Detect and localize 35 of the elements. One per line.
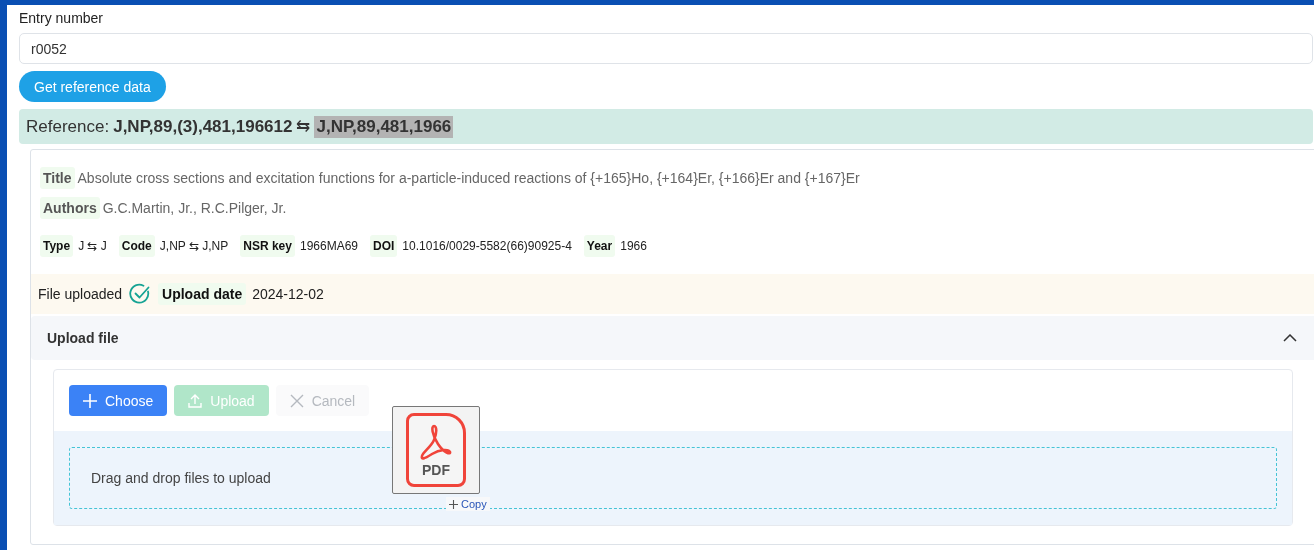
choose-button[interactable]: Choose xyxy=(69,385,168,416)
field-label: Upload date xyxy=(158,283,247,305)
field-label: Year xyxy=(583,235,616,257)
upload-icon xyxy=(188,393,203,408)
field-label: Entry number xyxy=(19,10,105,28)
field-label: Code xyxy=(118,235,155,257)
pdf-symbol-icon xyxy=(418,422,454,461)
field-label: Type xyxy=(40,235,74,257)
status-text: File uploaded xyxy=(38,286,123,302)
panel-title: Upload file xyxy=(47,330,119,346)
field-value: 1966 xyxy=(620,239,647,253)
pdf-label: PDF xyxy=(422,461,450,478)
drop-zone-text: Drag and drop files to upload xyxy=(91,470,271,486)
field-label: Title xyxy=(40,167,75,189)
field-value: 10.1016/0029-5582(66)90925-4 xyxy=(402,239,572,253)
field-value: 1966MA69 xyxy=(299,239,358,253)
reference-label: Reference: xyxy=(26,116,110,137)
field-label: DOI xyxy=(370,235,398,257)
copy-label: Copy xyxy=(461,498,487,510)
field-value: J ⇆ J xyxy=(78,239,107,253)
swap-arrow: ⇆ xyxy=(296,116,311,137)
field-label: Authors xyxy=(40,197,100,219)
field-value: J,NP ⇆ J,NP xyxy=(159,239,229,253)
field-value: Absolute cross sections and excitation functions for a-particle-induced reactions of {+165}Ho, {+164}Er, {+166}Er and {+167}Er xyxy=(77,170,860,186)
upload-date: 2024-12-02 xyxy=(252,286,324,302)
panel-header[interactable]: Upload file xyxy=(31,316,1314,360)
field-value: G.C.Martin, Jr., R.C.Pilger, Jr. xyxy=(102,200,287,216)
plus-icon xyxy=(83,393,97,408)
reference-original: J,NP,89,(3),481,196612 xyxy=(113,116,293,137)
reference-converted: J,NP,89,481,1966 xyxy=(314,115,454,138)
plus-icon xyxy=(449,499,458,509)
get-reference-button[interactable]: Get reference data xyxy=(19,71,166,102)
close-icon xyxy=(289,393,304,408)
entry-number-field[interactable]: r0052 xyxy=(19,33,1313,64)
field-label: NSR key xyxy=(240,235,295,257)
